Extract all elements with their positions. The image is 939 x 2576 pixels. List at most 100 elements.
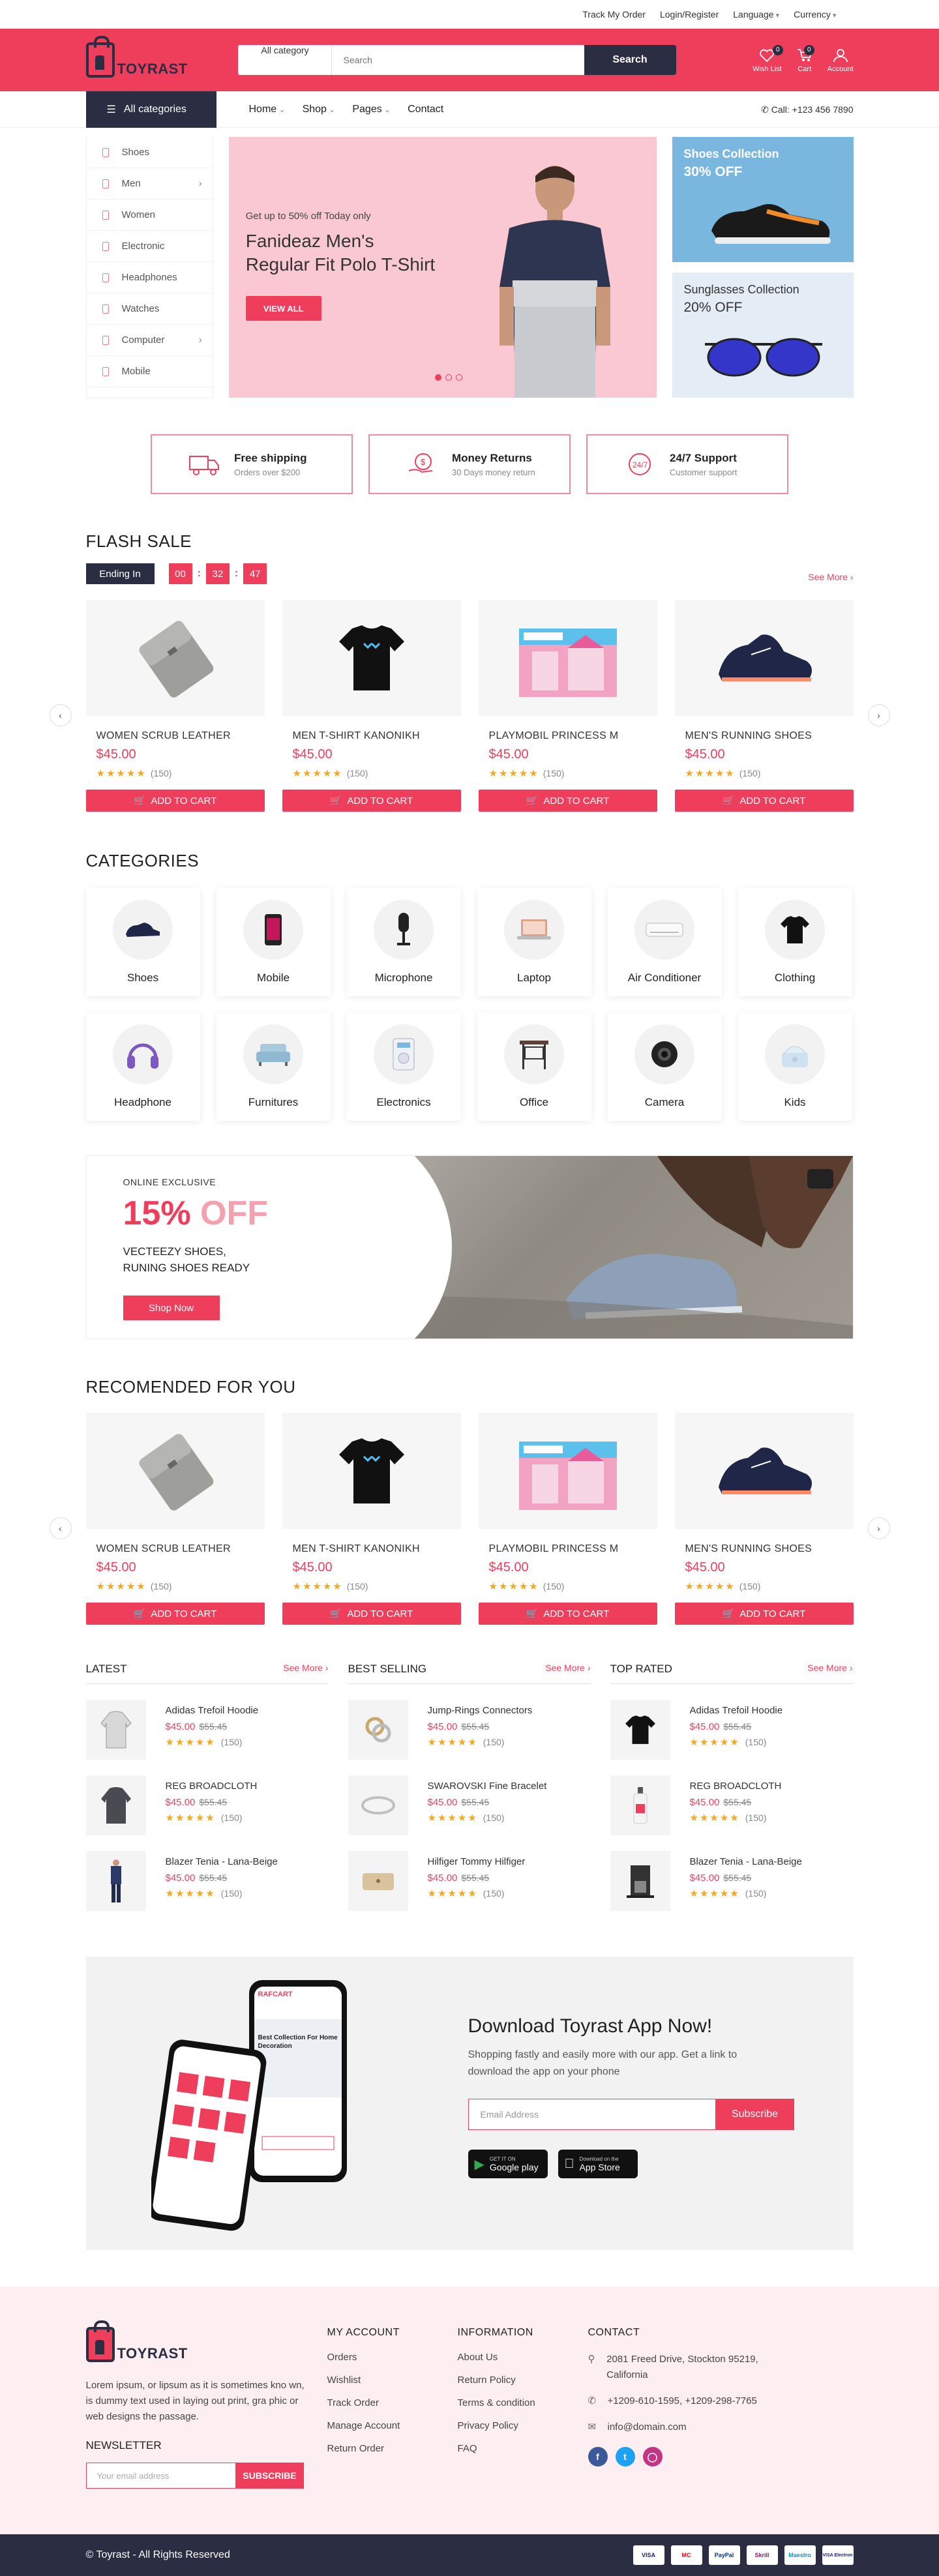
sidebar-item-mobile[interactable]: Mobile [86,356,213,387]
category-furnitures[interactable]: Furnitures [216,1013,331,1121]
add-to-cart-button[interactable]: 🛒 ADD TO CART [282,790,461,812]
product-card[interactable]: MEN'S RUNNING SHOES $45.00 ★★★★★ (150) 🛒 A… [674,1413,854,1625]
category-label: Camera [644,1096,685,1108]
cart-button[interactable]: 0 Cart [796,44,814,73]
nav-contact[interactable]: Contact [408,104,443,115]
list-item[interactable]: REG BROADCLOTH $45.00 $55.45 ★★★★★ (150) [610,1775,853,1835]
footer-link-orders[interactable]: Orders [327,2352,458,2363]
search-button[interactable]: Search [584,45,676,75]
list-item[interactable]: Blazer Tenia - Lana-Beige $45.00 $55.45 ★★★… [610,1851,853,1911]
list-item[interactable]: Adidas Trefoil Hoodie $45.00 $55.45 ★★★★★ (1… [610,1700,853,1760]
promo-sunglasses[interactable]: Sunglasses Collection 20% OFF [672,273,854,398]
footer-link-privacy[interactable]: Privacy Policy [458,2420,588,2431]
carousel-prev-button[interactable]: ‹ [49,1517,72,1539]
see-more-link[interactable]: See More › [545,1663,590,1676]
see-more-link[interactable]: See More › [807,1663,852,1676]
app-store-button[interactable]:  Download on theApp Store [558,2150,638,2178]
promo-shoes[interactable]: Shoes Collection 30% OFF [672,137,854,262]
carousel-dot[interactable] [434,374,441,381]
footer-link-about[interactable]: About Us [458,2352,588,2363]
view-all-button[interactable]: VIEW ALL [245,296,321,321]
product-card[interactable]: PLAYMOBIL PRINCESS M $45.00 ★★★★★ (150) 🛒… [478,1413,657,1625]
add-to-cart-button[interactable]: 🛒 ADD TO CART [478,790,657,812]
footer-link-return-order[interactable]: Return Order [327,2443,458,2454]
sidebar-item-electronic[interactable]: Electronic [86,231,213,262]
add-to-cart-button[interactable]: 🛒 ADD TO CART [85,790,265,812]
sidebar-item-men[interactable]: Men › [86,168,213,200]
latest-list: LATEST See More › Adidas Trefoil Hoodie $4… [85,1663,329,1911]
search-input[interactable] [331,45,584,75]
facebook-icon[interactable]: f [588,2447,608,2466]
category-air-conditioner[interactable]: Air Conditioner [608,888,722,996]
google-play-button[interactable]: ▶ GET IT ON Google play [468,2150,548,2178]
see-more-link[interactable]: See More › [808,572,853,582]
track-order-link[interactable]: Track My Order [582,9,646,20]
see-more-link[interactable]: See More › [283,1663,328,1676]
nav-pages[interactable]: Pages [352,104,391,115]
carousel-next-button[interactable]: › [867,704,890,726]
sidebar-item-computer[interactable]: Computer › [86,325,213,356]
sidebar-item-shoes[interactable]: Shoes [86,137,213,168]
carousel-prev-button[interactable]: ‹ [49,704,72,726]
footer-link-manage-account[interactable]: Manage Account [327,2420,458,2431]
footer-link-faq[interactable]: FAQ [458,2443,588,2454]
all-categories-button[interactable]: ☰ All categories [85,91,216,128]
language-dropdown[interactable]: Language [733,9,779,20]
carousel-dot[interactable] [445,374,452,381]
product-card[interactable]: MEN T-SHIRT KANONIKH $45.00 ★★★★★ (150) 🛒… [282,1413,461,1625]
category-laptop[interactable]: Laptop [477,888,591,996]
list-item[interactable]: Hilfiger Tommy Hilfiger $45.00 $55.45 ★★★★★… [348,1851,591,1911]
list-item[interactable]: REG BROADCLOTH $45.00 $55.45 ★★★★★ (150) [85,1775,329,1835]
best-selling-list: BEST SELLING See More › Jump-Rings Connec… [348,1663,591,1911]
subscribe-button[interactable]: Subscribe [715,2099,794,2130]
footer-link-return-policy[interactable]: Return Policy [458,2375,588,2386]
brand-logo[interactable]: TOYRAST [85,36,238,78]
add-to-cart-button[interactable]: 🛒 ADD TO CART [674,790,854,812]
list-item[interactable]: Adidas Trefoil Hoodie $45.00 $55.45 ★★★★★ (1… [85,1700,329,1760]
sidebar-item-headphones[interactable]: Headphones [86,262,213,293]
list-item[interactable]: Jump-Rings Connectors $45.00 $55.45 ★★★★★ (1… [348,1700,591,1760]
wishlist-button[interactable]: 0 Wish List [753,44,783,73]
login-register-link[interactable]: Login/Register [660,9,719,20]
product-card[interactable]: PLAYMOBIL PRINCESS M $45.00 ★★★★★ (150) 🛒… [478,600,657,812]
add-to-cart-button[interactable]: 🛒 ADD TO CART [282,1603,461,1625]
category-electronics[interactable]: Electronics [347,1013,461,1121]
currency-dropdown[interactable]: Currency [794,9,836,20]
sidebar-item-watches[interactable]: Watches [86,293,213,325]
twitter-icon[interactable]: t [615,2447,635,2466]
add-to-cart-button[interactable]: 🛒 ADD TO CART [85,1603,265,1625]
product-card[interactable]: WOMEN SCRUB LEATHER $45.00 ★★★★★ (150) 🛒 A… [85,600,265,812]
category-mobile[interactable]: Mobile [216,888,331,996]
footer-link-track-order[interactable]: Track Order [327,2397,458,2408]
list-item[interactable]: Blazer Tenia - Lana-Beige $45.00 $55.45 ★★★… [85,1851,329,1911]
add-to-cart-button[interactable]: 🛒 ADD TO CART [478,1603,657,1625]
email-address-input[interactable]: Email Address [468,2099,716,2130]
category-shoes[interactable]: Shoes [86,888,200,996]
add-to-cart-button[interactable]: 🛒 ADD TO CART [674,1603,854,1625]
nav-shop[interactable]: Shop [303,104,336,115]
footer-link-wishlist[interactable]: Wishlist [327,2375,458,2386]
category-clothing[interactable]: Clothing [738,888,852,996]
sidebar-item-women[interactable]: Women [86,200,213,231]
category-headphone[interactable]: Headphone [86,1013,200,1121]
shop-now-button[interactable]: Shop Now [123,1295,220,1320]
list-item[interactable]: SWAROVSKI Fine Bracelet $45.00 $55.45 ★★★★★… [348,1775,591,1835]
category-camera[interactable]: Camera [608,1013,722,1121]
product-card[interactable]: MEN T-SHIRT KANONIKH $45.00 ★★★★★ (150) 🛒… [282,600,461,812]
product-card[interactable]: MEN'S RUNNING SHOES $45.00 ★★★★★ (150) 🛒 A… [674,600,854,812]
instagram-icon[interactable]: ◯ [642,2447,663,2466]
contact-email[interactable]: info@domain.com [608,2420,687,2435]
newsletter-subscribe-button[interactable]: SUBSCRIBE [235,2463,304,2489]
carousel-next-button[interactable]: › [867,1517,890,1539]
category-microphone[interactable]: Microphone [347,888,461,996]
category-select[interactable]: All category ⌄ [238,45,332,75]
footer-link-terms[interactable]: Terms & condition [458,2397,588,2408]
footer-logo[interactable]: TOYRAST [85,2320,238,2362]
newsletter-email-input[interactable]: Your email address [85,2463,236,2489]
category-kids[interactable]: Kids [738,1013,852,1121]
product-card[interactable]: WOMEN SCRUB LEATHER $45.00 ★★★★★ (150) 🛒 A… [85,1413,265,1625]
nav-home[interactable]: Home [249,104,286,115]
category-office[interactable]: Office [477,1013,591,1121]
account-button[interactable]: Account [827,48,854,73]
carousel-dot[interactable] [455,374,462,381]
